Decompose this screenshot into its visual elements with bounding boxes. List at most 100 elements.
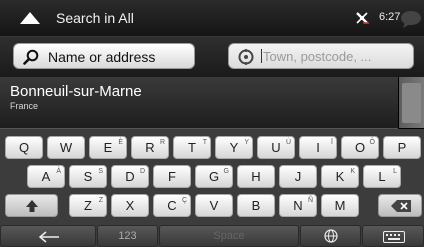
key-z[interactable]: ZZ [69, 194, 107, 217]
on-screen-keyboard: QWEÈRRTTYYUÙIÏOÔP AÀSSDDFGGHJKKLL ZZXCÇV… [0, 129, 424, 247]
back-button[interactable] [0, 225, 96, 247]
key-accent-hint: K [350, 168, 355, 175]
key-c[interactable]: CÇ [153, 194, 191, 217]
key-label: S [83, 169, 93, 184]
key-l[interactable]: LL [363, 165, 401, 188]
key-label: Z [84, 198, 92, 213]
key-label: X [125, 198, 135, 213]
keyboard-layout-key[interactable] [362, 225, 424, 247]
result-name: Bonneuil-sur-Marne [10, 83, 142, 100]
key-label: F [168, 169, 176, 184]
key-accent-hint: R [159, 139, 165, 146]
key-label: E [103, 140, 113, 155]
key-label: W [59, 140, 73, 155]
satellite-icon [356, 12, 369, 24]
key-y[interactable]: YY [215, 136, 253, 159]
key-accent-hint: D [139, 168, 145, 175]
key-label: U [271, 140, 281, 155]
shift-key[interactable] [5, 194, 58, 217]
globe-icon [324, 229, 338, 243]
up-arrow-icon[interactable] [18, 10, 42, 26]
search-icon [23, 49, 39, 65]
key-label: G [208, 169, 220, 184]
result-item[interactable]: Bonneuil-sur-Marne France [0, 77, 398, 129]
status-bar: Search in All 6:27pm [0, 0, 424, 37]
key-e[interactable]: EÈ [89, 136, 127, 159]
key-label: A [41, 169, 51, 184]
key-label: K [335, 169, 345, 184]
key-g[interactable]: GG [195, 165, 233, 188]
key-d[interactable]: DD [111, 165, 149, 188]
town-postcode-field[interactable]: Town, postcode, ... [228, 43, 414, 69]
key-label: Y [229, 140, 239, 155]
name-address-value: Name or address [48, 49, 156, 65]
search-row: Name or address Town, postcode, ... [0, 37, 424, 77]
key-v[interactable]: V [195, 194, 233, 217]
key-t[interactable]: TT [173, 136, 211, 159]
key-accent-hint: Ç [181, 197, 187, 204]
page-title: Search in All [56, 10, 134, 26]
key-w[interactable]: W [47, 136, 85, 159]
backspace-key[interactable] [378, 194, 422, 217]
key-accent-hint: Ô [369, 139, 375, 146]
key-label: L [378, 169, 386, 184]
key-accent-hint: Y [244, 139, 249, 146]
key-n[interactable]: NÑ [279, 194, 317, 217]
key-label: Q [18, 140, 30, 155]
key-o[interactable]: OÔ [341, 136, 379, 159]
key-accent-hint: S [98, 168, 103, 175]
key-f[interactable]: F [153, 165, 191, 188]
scrollbar[interactable] [399, 77, 424, 128]
numbers-key-label: 123 [118, 230, 137, 242]
key-accent-hint: T [202, 139, 207, 146]
backspace-icon [391, 200, 411, 212]
result-country: France [10, 101, 39, 111]
key-x[interactable]: X [111, 194, 149, 217]
key-label: T [188, 140, 196, 155]
key-label: B [251, 198, 261, 213]
key-label: R [145, 140, 155, 155]
key-accent-hint: È [118, 139, 123, 146]
key-q[interactable]: Q [5, 136, 43, 159]
key-accent-hint: Ù [285, 139, 291, 146]
name-address-field[interactable]: Name or address [13, 43, 195, 69]
key-accent-hint: Ñ [307, 197, 313, 204]
key-accent-hint: G [223, 168, 229, 175]
space-key-label: Space [213, 230, 245, 242]
key-r[interactable]: RR [131, 136, 169, 159]
key-label: P [397, 140, 407, 155]
key-h[interactable]: H [237, 165, 275, 188]
target-icon [238, 49, 254, 65]
key-b[interactable]: B [237, 194, 275, 217]
key-label: M [334, 198, 346, 213]
key-i[interactable]: IÏ [299, 136, 337, 159]
key-label: O [354, 140, 366, 155]
key-label: N [293, 198, 303, 213]
key-label: J [294, 169, 302, 184]
key-accent-hint: L [393, 168, 397, 175]
text-caret [261, 49, 262, 63]
space-key[interactable]: Space [159, 225, 299, 247]
key-s[interactable]: SS [69, 165, 107, 188]
key-accent-hint: Z [98, 197, 103, 204]
key-u[interactable]: UÙ [257, 136, 295, 159]
back-arrow-icon [38, 231, 59, 243]
key-accent-hint: À [56, 168, 61, 175]
key-accent-hint: Ï [331, 139, 333, 146]
key-label: D [125, 169, 135, 184]
language-key[interactable] [300, 225, 361, 247]
numbers-key[interactable]: 123 [97, 225, 158, 247]
key-a[interactable]: AÀ [27, 165, 65, 188]
keyboard-icon [383, 231, 405, 243]
scrollbar-thumb[interactable] [402, 83, 421, 123]
town-postcode-placeholder: Town, postcode, ... [263, 49, 372, 64]
shift-icon [26, 200, 38, 212]
key-k[interactable]: KK [321, 165, 359, 188]
key-label: V [209, 198, 219, 213]
key-j[interactable]: J [279, 165, 317, 188]
key-m[interactable]: M [321, 194, 359, 217]
key-label: I [316, 140, 320, 155]
speech-bubble-icon[interactable] [399, 8, 423, 30]
key-label: H [251, 169, 261, 184]
key-p[interactable]: P [383, 136, 421, 159]
